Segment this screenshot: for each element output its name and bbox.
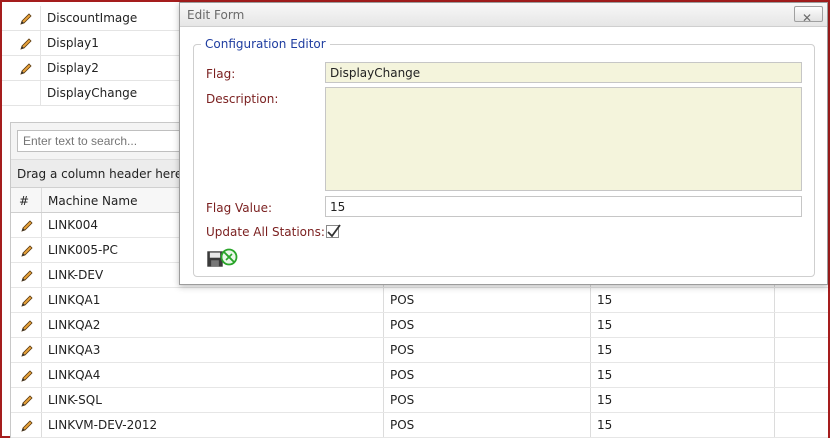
edit-icon[interactable] [19,418,35,434]
edit-icon[interactable] [19,393,35,409]
update-all-stations-checkbox[interactable] [326,224,341,238]
flag-value-field[interactable]: 15 [325,196,802,217]
machine-name-cell: LINK-SQL [48,393,102,407]
flag-value-cell: 15 [597,343,613,357]
station-type-cell: POS [390,343,415,357]
flag-name: DisplayChange [47,86,138,100]
checkmark-icon [327,224,341,238]
flag-name: DiscountImage [47,11,138,25]
flag-field[interactable]: DisplayChange [325,62,802,83]
edit-icon[interactable] [18,11,34,27]
machine-name-cell: LINKQA4 [48,368,101,382]
description-field[interactable] [325,87,802,191]
flag-value-cell: 15 [597,393,613,407]
description-label: Description: [206,92,279,106]
machine-name-cell: LINKQA2 [48,318,101,332]
flag-value-cell: 15 [597,418,613,432]
column-header-machine-name[interactable]: Machine Name [48,194,137,208]
station-type-cell: POS [390,293,415,307]
group-panel-hint: Drag a column header here [17,167,183,181]
station-type-cell: POS [390,368,415,382]
table-row[interactable]: LINK-SQL POS 15 [11,388,828,413]
table-row[interactable]: LINKQA1 POS 15 [11,288,828,313]
edit-icon[interactable] [19,293,35,309]
edit-icon[interactable] [18,61,34,77]
flag-value-cell: 15 [597,293,613,307]
edit-form-dialog: Edit Form ✕ Configuration Editor Flag: D… [179,2,828,285]
station-type-cell: POS [390,318,415,332]
edit-icon[interactable] [19,268,35,284]
machine-name-cell: LINKVM-DEV-2012 [48,418,158,432]
column-header-index[interactable]: # [19,194,29,208]
dialog-title-bar[interactable]: Edit Form ✕ [180,3,827,27]
table-row[interactable]: LINKQA3 POS 15 [11,338,828,363]
edit-icon[interactable] [19,243,35,259]
station-type-cell: POS [390,418,415,432]
table-row[interactable]: LINKQA4 POS 15 [11,363,828,388]
flag-name: Display1 [47,36,99,50]
edit-icon[interactable] [19,368,35,384]
machine-name-cell: LINK004 [48,218,98,232]
edit-icon[interactable] [19,218,35,234]
flag-name: Display2 [47,61,99,75]
flag-value-label: Flag Value: [206,201,273,215]
table-row[interactable]: LINKQA2 POS 15 [11,313,828,338]
dialog-title: Edit Form [187,8,245,22]
cancel-icon[interactable] [220,248,238,266]
machine-name-cell: LINK-DEV [48,268,104,282]
edit-icon[interactable] [19,343,35,359]
table-row[interactable]: LINKVM-DEV-2012 POS 15 [11,413,828,438]
station-type-cell: POS [390,393,415,407]
flag-label: Flag: [206,67,236,81]
edit-icon[interactable] [19,318,35,334]
close-button[interactable]: ✕ [794,6,823,25]
machine-name-cell: LINKQA1 [48,293,101,307]
machine-name-cell: LINKQA3 [48,343,101,357]
flag-value-cell: 15 [597,318,613,332]
update-all-stations-label: Update All Stations: [206,225,325,239]
machine-name-cell: LINK005-PC [48,243,118,257]
close-icon: ✕ [802,11,813,25]
configuration-editor-legend: Configuration Editor [205,37,326,51]
flag-value-cell: 15 [597,368,613,382]
edit-icon[interactable] [18,36,34,52]
